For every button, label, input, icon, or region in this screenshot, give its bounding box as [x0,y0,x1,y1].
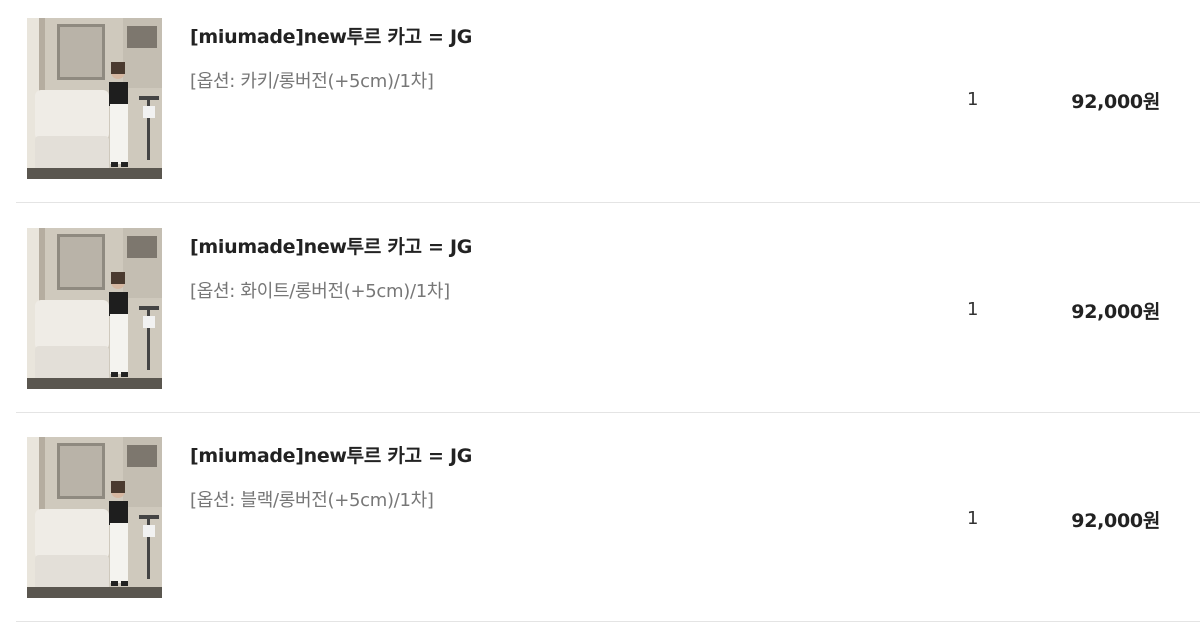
product-option: [옵션: 화이트/롱버전(+5cm)/1차] [190,281,450,302]
product-option: [옵션: 카키/롱버전(+5cm)/1차] [190,71,434,92]
product-photo [27,18,162,179]
product-photo [27,228,162,389]
product-quantity: 1 [967,299,979,320]
product-option: [옵션: 블랙/롱버전(+5cm)/1차] [190,490,434,511]
product-photo [27,437,162,598]
product-name[interactable]: [miumade]new투르 카고 = JG [190,441,472,468]
product-thumbnail[interactable] [27,437,162,598]
order-item-row: [miumade]new투르 카고 = JG [옵션: 카키/롱버전(+5cm)… [16,0,1200,203]
product-quantity: 1 [967,89,979,110]
order-item-row: [miumade]new투르 카고 = JG [옵션: 화이트/롱버전(+5cm… [16,204,1200,413]
product-price: 92,000원 [1071,510,1160,532]
product-price: 92,000원 [1071,301,1160,323]
product-name[interactable]: [miumade]new투르 카고 = JG [190,22,472,49]
product-price: 92,000원 [1071,91,1160,113]
order-item-list: [miumade]new투르 카고 = JG [옵션: 카키/롱버전(+5cm)… [0,0,1200,622]
product-thumbnail[interactable] [27,228,162,389]
product-thumbnail[interactable] [27,18,162,179]
product-name[interactable]: [miumade]new투르 카고 = JG [190,232,472,259]
order-item-row: [miumade]new투르 카고 = JG [옵션: 블랙/롱버전(+5cm)… [16,413,1200,622]
product-quantity: 1 [967,508,979,529]
